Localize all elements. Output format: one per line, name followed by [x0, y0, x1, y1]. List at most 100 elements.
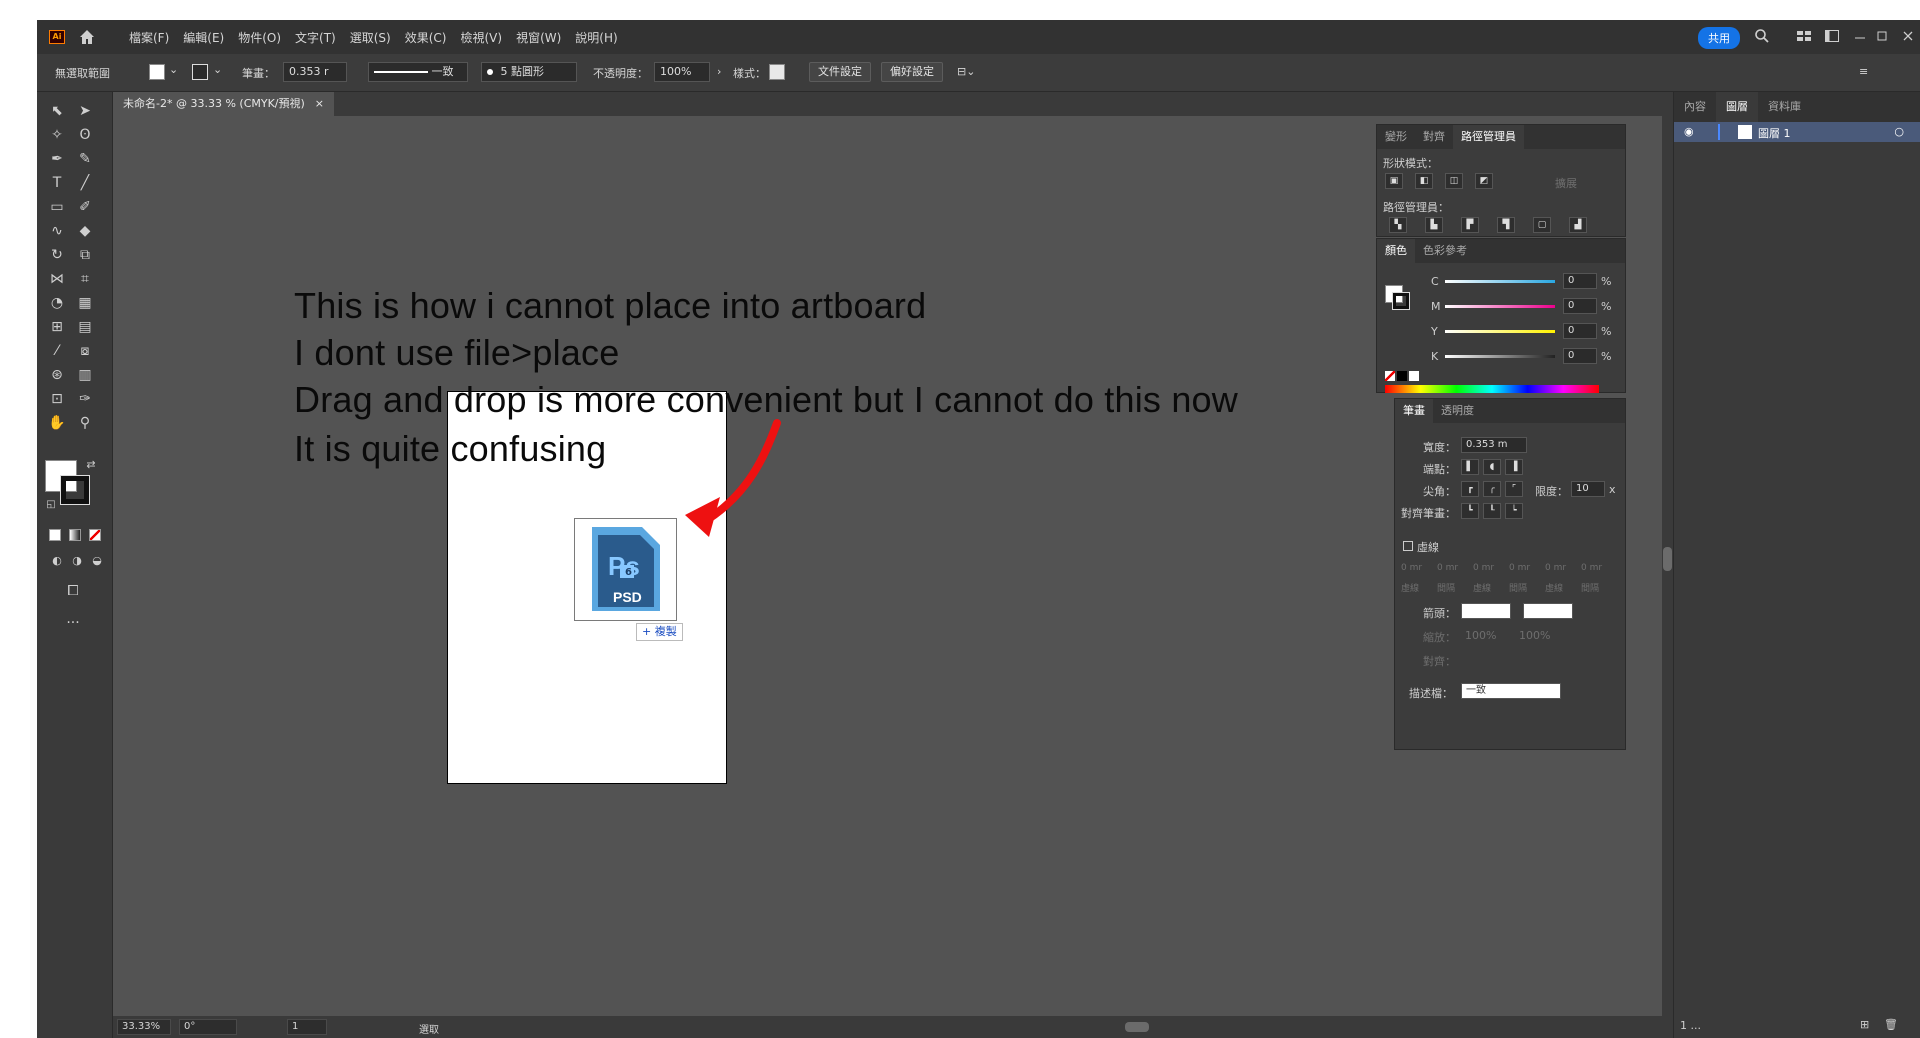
stroke-color-box[interactable] [60, 475, 90, 505]
expand-button[interactable]: 擴展 [1555, 175, 1577, 191]
merge-icon[interactable]: ▛ [1461, 217, 1479, 233]
start-scale-value[interactable]: 100% [1465, 629, 1496, 642]
tab-transform[interactable]: 變形 [1377, 125, 1415, 149]
exclude-icon[interactable]: ◩ [1475, 173, 1493, 189]
zoom-field[interactable]: 33.33% [117, 1019, 171, 1035]
dragged-psd-file[interactable]: Ps 6 PSD [574, 518, 677, 621]
layer-target-icon[interactable]: ○ [1894, 125, 1904, 138]
tab-stroke[interactable]: 筆畫 [1395, 399, 1433, 423]
yellow-value[interactable]: 0 [1563, 323, 1597, 339]
menu-type[interactable]: 文字(T) [295, 29, 336, 46]
opacity-input[interactable]: 100% [654, 62, 710, 82]
profile-select[interactable]: 一致 [1461, 683, 1561, 699]
default-colors-icon[interactable]: ◱ [41, 496, 61, 514]
tab-align[interactable]: 對齊 [1415, 125, 1453, 149]
arrange-documents-icon[interactable] [1824, 28, 1840, 44]
mesh-tool-icon[interactable]: ⊞ [47, 318, 67, 336]
rotate-tool-icon[interactable]: ↻ [47, 246, 67, 264]
black-color-chip[interactable] [1397, 371, 1407, 381]
outline-icon[interactable]: ▢ [1533, 217, 1551, 233]
magic-wand-icon[interactable]: ✧ [47, 126, 67, 144]
cyan-value[interactable]: 0 [1563, 273, 1597, 289]
projecting-cap-icon[interactable]: ▐ [1505, 459, 1523, 475]
maximize-icon[interactable] [1874, 28, 1890, 44]
workspace-icon[interactable] [1796, 28, 1812, 44]
stroke-swatch[interactable] [192, 64, 208, 80]
layer-name[interactable]: 圖層 1 [1758, 125, 1791, 141]
layer-row[interactable]: ◉ 圖層 1 ○ [1674, 122, 1920, 142]
round-join-icon[interactable]: ╭ [1483, 481, 1501, 497]
gradient-tool-icon[interactable]: ▤ [75, 318, 95, 336]
intersect-icon[interactable]: ◫ [1445, 173, 1463, 189]
share-button[interactable]: 共用 [1698, 27, 1740, 49]
limit-input[interactable]: 10 [1571, 481, 1605, 497]
yellow-slider[interactable] [1445, 330, 1555, 333]
width-tool-icon[interactable]: ⋈ [47, 270, 67, 288]
align-options-icon[interactable]: ⊟⌄ [957, 65, 975, 78]
miter-join-icon[interactable]: ┏ [1461, 481, 1479, 497]
minimize-icon[interactable] [1852, 28, 1868, 44]
magenta-slider[interactable] [1445, 305, 1555, 308]
zoom-tool-icon[interactable]: ⚲ [75, 414, 95, 432]
symbol-sprayer-icon[interactable]: ⊛ [47, 366, 67, 384]
close-icon[interactable] [1900, 28, 1916, 44]
pen-tool-icon[interactable]: ✒ [47, 150, 67, 168]
shape-builder-icon[interactable]: ◔ [47, 294, 67, 312]
menu-help[interactable]: 說明(H) [575, 29, 617, 46]
white-color-chip[interactable] [1409, 371, 1419, 381]
gradient-mode-button[interactable] [69, 529, 81, 541]
direct-selection-tool-icon[interactable]: ➤ [75, 102, 95, 120]
tab-layers[interactable]: 圖層 [1716, 92, 1758, 122]
cyan-slider[interactable] [1445, 280, 1555, 283]
graph-tool-icon[interactable]: ▥ [75, 366, 95, 384]
visibility-eye-icon[interactable]: ◉ [1684, 125, 1694, 138]
round-cap-icon[interactable]: ◖ [1483, 459, 1501, 475]
tab-libraries[interactable]: 資料庫 [1758, 92, 1811, 122]
screen-mode-icon[interactable]: ⧠ [63, 582, 83, 600]
chevron-right-icon[interactable]: › [717, 65, 721, 78]
home-icon[interactable] [77, 27, 97, 47]
curvature-tool-icon[interactable]: ✎ [75, 150, 95, 168]
start-arrowhead-select[interactable] [1461, 603, 1511, 619]
shaper-tool-icon[interactable]: ∿ [47, 222, 67, 240]
butt-cap-icon[interactable]: ▌ [1461, 459, 1479, 475]
menu-object[interactable]: 物件(O) [238, 29, 281, 46]
preferences-button[interactable]: 偏好設定 [881, 62, 943, 82]
horizontal-scroll-thumb[interactable] [1125, 1022, 1149, 1032]
vertical-scrollbar[interactable] [1662, 116, 1673, 1016]
artboard-tool-icon[interactable]: ⊡ [47, 390, 67, 408]
new-layer-icon[interactable]: ⊞ [1860, 1018, 1869, 1031]
document-tab[interactable]: 未命名-2* @ 33.33 % (CMYK/預視) × [113, 92, 335, 116]
close-tab-icon[interactable]: × [315, 92, 324, 116]
stroke-weight-input[interactable]: 0.353 r [283, 62, 347, 82]
edit-toolbar-icon[interactable]: ··· [63, 614, 83, 632]
panel-menu-icon[interactable]: ≡ [1859, 65, 1868, 78]
fill-swatch[interactable] [149, 64, 165, 80]
gap-3-value[interactable]: 0 mr [1581, 563, 1615, 573]
none-mode-button[interactable] [89, 529, 101, 541]
end-arrowhead-select[interactable] [1523, 603, 1573, 619]
menu-select[interactable]: 選取(S) [350, 29, 391, 46]
crop-icon[interactable]: ▜ [1497, 217, 1515, 233]
paintbrush-tool-icon[interactable]: ✐ [75, 198, 95, 216]
dash-2-value[interactable]: 0 mr [1473, 563, 1507, 573]
align-inside-icon[interactable]: ┖ [1483, 503, 1501, 519]
none-color-chip[interactable] [1385, 371, 1395, 381]
document-setup-button[interactable]: 文件設定 [809, 62, 871, 82]
end-scale-value[interactable]: 100% [1519, 629, 1550, 642]
magenta-value[interactable]: 0 [1563, 298, 1597, 314]
black-slider[interactable] [1445, 355, 1555, 358]
rotate-field[interactable]: 0° [179, 1019, 237, 1035]
perspective-grid-icon[interactable]: ▦ [75, 294, 95, 312]
free-transform-icon[interactable]: ⌗ [75, 270, 95, 288]
chevron-down-icon[interactable]: ⌄ [213, 63, 222, 76]
color-mode-button[interactable] [49, 529, 61, 541]
menu-window[interactable]: 視窗(W) [516, 29, 561, 46]
selection-tool-icon[interactable]: ⬉ [47, 102, 67, 120]
delete-layer-icon[interactable]: 🗑 [1884, 1018, 1898, 1031]
brush-definition[interactable]: 5 點圓形 [481, 62, 577, 82]
slice-tool-icon[interactable]: ✑ [75, 390, 95, 408]
rectangle-tool-icon[interactable]: ▭ [47, 198, 67, 216]
trim-icon[interactable]: ▙ [1425, 217, 1443, 233]
bevel-join-icon[interactable]: ⌜ [1505, 481, 1523, 497]
